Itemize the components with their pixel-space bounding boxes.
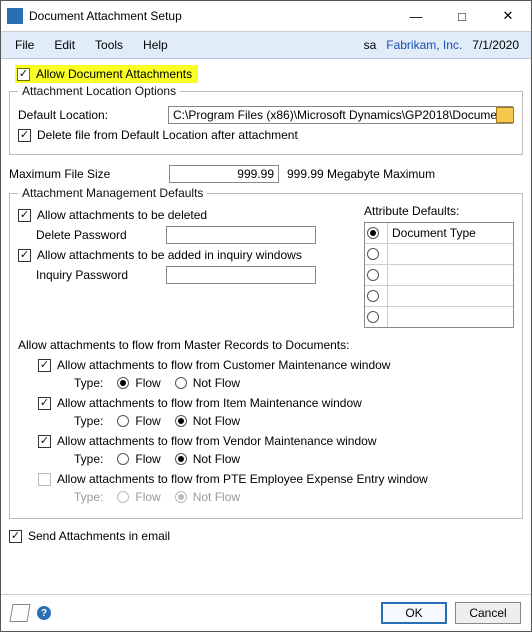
send-email-checkbox[interactable]: ✓	[9, 530, 22, 543]
allow-delete-checkbox[interactable]: ✓	[18, 209, 31, 222]
minimize-button[interactable]: —	[393, 1, 439, 31]
delete-password-label: Delete Password	[36, 228, 166, 242]
attribute-label	[388, 286, 513, 306]
flow-vendor-checkbox[interactable]: ✓	[38, 435, 51, 448]
attribute-row[interactable]	[365, 264, 513, 285]
allow-document-attachments-label: Allow Document Attachments	[36, 67, 192, 81]
cancel-button[interactable]: Cancel	[455, 602, 521, 624]
flow-customer-notflow-radio[interactable]	[175, 377, 187, 389]
delete-password-input[interactable]	[166, 226, 316, 244]
max-file-size-input[interactable]	[169, 165, 279, 183]
attribute-label: Document Type	[388, 223, 513, 243]
allow-document-attachments-checkbox[interactable]: ✓	[17, 68, 30, 81]
type-label: Type:	[74, 376, 103, 390]
flow-item-notflow-radio[interactable]	[175, 415, 187, 427]
flow-customer-label: Allow attachments to flow from Customer …	[57, 358, 390, 372]
allow-inquiry-checkbox[interactable]: ✓	[18, 249, 31, 262]
current-company[interactable]: Fabrikam, Inc.	[386, 38, 462, 52]
inquiry-password-label: Inquiry Password	[36, 268, 166, 282]
attribute-defaults-grid: Document Type	[364, 222, 514, 328]
attribute-label	[388, 307, 513, 327]
delete-after-attachment-checkbox[interactable]: ✓	[18, 129, 31, 142]
attribute-radio[interactable]	[367, 227, 379, 239]
attachment-management-group: Attachment Management Defaults ✓ Allow a…	[9, 193, 523, 519]
flow-item-label: Allow attachments to flow from Item Main…	[57, 396, 362, 410]
flow-pte-flow-radio	[117, 491, 129, 503]
flow-vendor-notflow-radio[interactable]	[175, 453, 187, 465]
max-file-size-suffix: 999.99 Megabyte Maximum	[287, 167, 435, 181]
attachment-location-group: Attachment Location Options Default Loca…	[9, 91, 523, 155]
attribute-label	[388, 265, 513, 285]
attribute-label	[388, 244, 513, 264]
allow-inquiry-label: Allow attachments to be added in inquiry…	[37, 248, 302, 262]
flow-item-checkbox[interactable]: ✓	[38, 397, 51, 410]
attribute-radio[interactable]	[367, 248, 379, 260]
app-icon	[7, 8, 23, 24]
attribute-radio[interactable]	[367, 311, 379, 323]
type-label: Type:	[74, 414, 103, 428]
current-user: sa	[364, 38, 377, 52]
attachment-location-title: Attachment Location Options	[18, 84, 180, 98]
current-date[interactable]: 7/1/2020	[472, 38, 519, 52]
note-icon[interactable]	[9, 604, 30, 622]
type-label: Type:	[74, 452, 103, 466]
attribute-defaults-title: Attribute Defaults:	[364, 204, 514, 218]
help-icon[interactable]: ?	[37, 606, 51, 620]
flow-vendor-label: Allow attachments to flow from Vendor Ma…	[57, 434, 377, 448]
send-email-label: Send Attachments in email	[28, 529, 170, 543]
browse-folder-icon[interactable]	[496, 107, 514, 123]
flow-pte-notflow-radio	[175, 491, 187, 503]
ok-button[interactable]: OK	[381, 602, 447, 624]
flow-pte-label: Allow attachments to flow from PTE Emplo…	[57, 472, 428, 486]
menu-bar: File Edit Tools Help sa Fabrikam, Inc. 7…	[1, 32, 531, 59]
menu-edit[interactable]: Edit	[44, 36, 85, 54]
menu-tools[interactable]: Tools	[85, 36, 133, 54]
flow-header: Allow attachments to flow from Master Re…	[18, 338, 514, 352]
default-location-input[interactable]	[168, 106, 513, 124]
delete-after-attachment-label: Delete file from Default Location after …	[37, 128, 298, 142]
flow-customer-checkbox[interactable]: ✓	[38, 359, 51, 372]
flow-item-flow-radio[interactable]	[117, 415, 129, 427]
attribute-radio[interactable]	[367, 269, 379, 281]
footer-bar: ? OK Cancel	[1, 594, 531, 631]
allow-delete-label: Allow attachments to be deleted	[37, 208, 207, 222]
flow-customer-flow-radio[interactable]	[117, 377, 129, 389]
max-file-size-label: Maximum File Size	[9, 167, 169, 181]
close-button[interactable]: ✕	[485, 1, 531, 31]
inquiry-password-input[interactable]	[166, 266, 316, 284]
title-bar: Document Attachment Setup — □ ✕	[1, 1, 531, 32]
menu-help[interactable]: Help	[133, 36, 178, 54]
window-title: Document Attachment Setup	[29, 9, 182, 23]
attribute-row[interactable]: Document Type	[365, 223, 513, 243]
maximize-button[interactable]: □	[439, 1, 485, 31]
menu-file[interactable]: File	[5, 36, 44, 54]
flow-pte-checkbox[interactable]	[38, 473, 51, 486]
attachment-management-title: Attachment Management Defaults	[18, 186, 207, 200]
attribute-radio[interactable]	[367, 290, 379, 302]
type-label: Type:	[74, 490, 103, 504]
default-location-label: Default Location:	[18, 108, 168, 122]
attribute-row[interactable]	[365, 285, 513, 306]
flow-vendor-flow-radio[interactable]	[117, 453, 129, 465]
attribute-row[interactable]	[365, 306, 513, 327]
attribute-row[interactable]	[365, 243, 513, 264]
